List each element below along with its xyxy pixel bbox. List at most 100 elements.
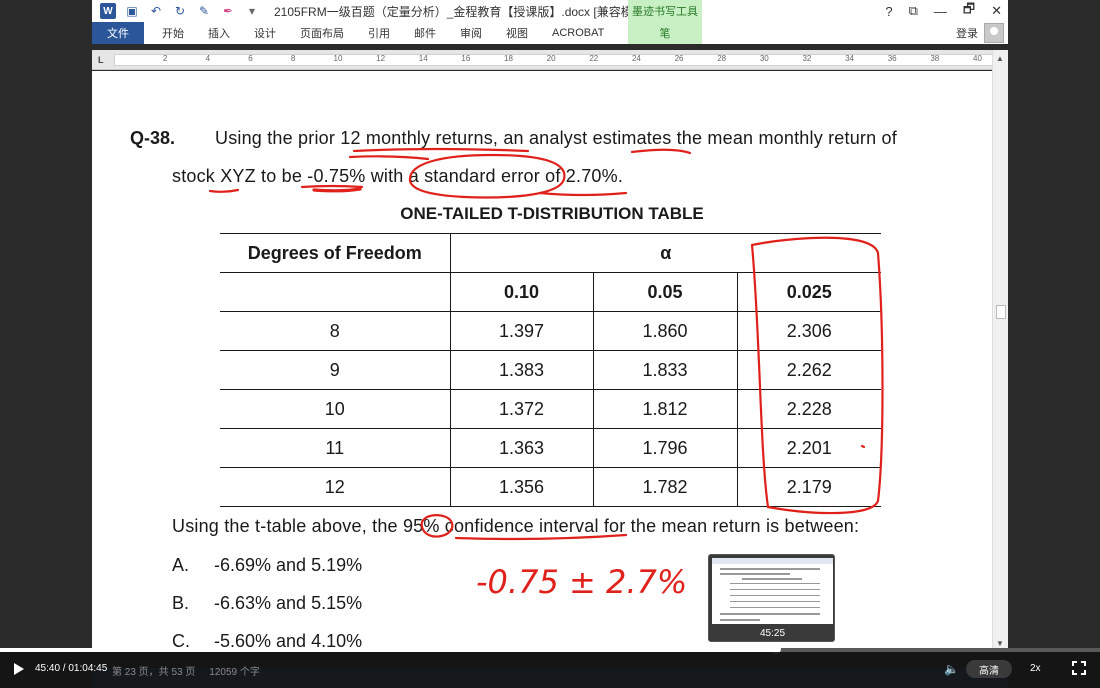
highlighter-icon[interactable]: ✒ xyxy=(220,3,236,19)
alpha-level: 0.025 xyxy=(737,272,881,312)
ruler-mark: 18 xyxy=(504,54,513,63)
ruler-mark: 32 xyxy=(802,54,812,63)
word-logo-icon: W xyxy=(100,3,116,19)
ruler-mark: 38 xyxy=(930,54,940,63)
ruler-mark: 6 xyxy=(248,54,253,63)
preview-image xyxy=(712,558,833,624)
seek-preview-thumbnail: 45:25 xyxy=(708,554,835,642)
dof-cell: 9 xyxy=(220,350,451,390)
tab-stop-selector[interactable]: L xyxy=(98,55,104,65)
play-icon[interactable] xyxy=(14,663,24,675)
tab-file[interactable]: 文件 xyxy=(92,22,144,44)
minimize-button[interactable]: — xyxy=(934,4,947,19)
option-a[interactable]: A. -6.69% and 5.19% xyxy=(172,555,362,576)
avatar[interactable] xyxy=(984,23,1004,43)
fullscreen-icon[interactable] xyxy=(1072,661,1086,675)
undo-icon[interactable]: ↶ xyxy=(148,3,164,19)
video-player-controls: 45:40 / 01:04:45 第 23 页，共 53 页 12059 个字 … xyxy=(0,652,1100,688)
tab-view[interactable]: 视图 xyxy=(494,22,540,44)
ruler-mark: 8 xyxy=(290,54,296,63)
question-line-2: stock XYZ to be -0.75% with a standard e… xyxy=(172,166,624,186)
value-cell: 1.383 xyxy=(450,350,594,390)
question-line-1: Using the prior 12 monthly returns, an a… xyxy=(215,128,897,148)
speed-button[interactable]: 2x xyxy=(1030,663,1041,674)
title-bar: W ▣ ↶ ↻ ✎ ✒ ▾ 2105FRM一级百题（定量分析）_金程教育【授课版… xyxy=(92,0,1008,22)
ribbon-display-button[interactable]: ⧉ xyxy=(909,3,918,19)
header-degrees-of-freedom: Degrees of Freedom xyxy=(220,233,451,273)
tab-mailings[interactable]: 邮件 xyxy=(402,22,448,44)
scroll-down-icon[interactable]: ▼ xyxy=(996,639,1004,648)
tab-acrobat[interactable]: ACROBAT xyxy=(540,22,616,44)
option-letter: B. xyxy=(172,593,190,613)
document-page[interactable]: Q-38. Using the prior 12 monthly returns… xyxy=(92,71,992,650)
table-row: 12 1.356 1.782 2.179 xyxy=(220,467,881,507)
table-title: ONE-TAILED T-DISTRIBUTION TABLE xyxy=(400,204,704,223)
tab-review[interactable]: 审阅 xyxy=(448,22,494,44)
quick-access-toolbar: W ▣ ↶ ↻ ✎ ✒ ▾ xyxy=(92,3,260,19)
option-text: -6.63% and 5.15% xyxy=(214,593,363,613)
option-letter: A. xyxy=(172,555,190,575)
preview-time: 45:25 xyxy=(759,628,786,639)
value-cell: 1.812 xyxy=(593,389,738,429)
header-alpha: α xyxy=(450,233,881,273)
underline-12-monthly xyxy=(352,147,530,153)
signin-link[interactable]: 登录 xyxy=(956,22,978,44)
left-backdrop xyxy=(0,0,92,650)
table-row: 10 1.372 1.812 2.228 xyxy=(220,389,881,429)
scroll-thumb[interactable] xyxy=(996,305,1006,319)
save-icon[interactable]: ▣ xyxy=(124,3,140,19)
ink-tools-label: 墨迹书写工具 xyxy=(628,0,702,22)
value-cell: 2.306 xyxy=(737,311,881,351)
customize-dropdown-icon[interactable]: ▾ xyxy=(244,3,260,19)
underline-line2 xyxy=(208,188,240,193)
ruler-mark: 16 xyxy=(461,54,471,63)
tab-pen[interactable]: 笔 xyxy=(628,22,702,44)
ruler-track[interactable]: 2 4 6 8 10 12 14 16 18 20 22 24 26 28 30 32 34 36 38 40 xyxy=(114,54,994,66)
value-cell: 2.262 xyxy=(737,350,881,390)
underline-standard-error xyxy=(538,191,628,197)
value-cell: 1.782 xyxy=(593,467,738,507)
close-button[interactable]: ✕ xyxy=(991,3,1002,19)
ruler-mark: 20 xyxy=(546,54,556,63)
redo-icon[interactable]: ↻ xyxy=(172,3,188,19)
option-b[interactable]: B. -6.63% and 5.15% xyxy=(172,593,362,614)
t-distribution-table: Degrees of Freedom α 0.10 0.05 0.025 8 1… xyxy=(220,233,881,507)
value-cell: 1.860 xyxy=(593,311,738,351)
quality-button[interactable]: 高清 xyxy=(966,660,1012,678)
app-root: W ▣ ↶ ↻ ✎ ✒ ▾ 2105FRM一级百题（定量分析）_金程教育【授课版… xyxy=(0,0,1100,688)
table-row: 11 1.363 1.796 2.201 xyxy=(220,428,881,468)
ribbon-tabs: 文件 开始 插入 设计 页面布局 引用 邮件 审阅 视图 ACROBAT 笔 登… xyxy=(92,22,1008,44)
alpha-level: 0.10 xyxy=(450,272,594,312)
help-button[interactable]: ? xyxy=(885,4,892,19)
value-cell: 2.179 xyxy=(737,467,881,507)
vertical-scrollbar[interactable]: ▲ ▼ xyxy=(992,50,1008,650)
ruler-mark: 36 xyxy=(887,54,897,63)
tab-layout[interactable]: 页面布局 xyxy=(288,22,356,44)
value-cell: 1.356 xyxy=(450,467,594,507)
option-text: -6.69% and 5.19% xyxy=(214,555,363,575)
tab-home[interactable]: 开始 xyxy=(150,22,196,44)
value-cell: 2.228 xyxy=(737,389,881,429)
value-cell: 1.833 xyxy=(593,350,738,390)
table-header-row: Degrees of Freedom α xyxy=(220,233,881,273)
ruler-mark: 2 xyxy=(163,54,168,63)
horizontal-ruler[interactable]: L 2 4 6 8 10 12 14 16 18 20 22 24 26 28 30 32 34 36 38 40 xyxy=(92,50,1008,70)
dof-cell: 11 xyxy=(220,428,451,468)
interval-prompt: Using the t-table above, the 95% confide… xyxy=(172,516,860,536)
value-cell: 1.397 xyxy=(450,311,594,351)
page-count-status: 第 23 页，共 53 页 12059 个字 xyxy=(112,667,260,678)
pen-icon[interactable]: ✎ xyxy=(196,3,212,19)
ruler-mark: 26 xyxy=(674,54,684,63)
maximize-button[interactable]: 🗗 xyxy=(963,0,975,22)
document-title: 2105FRM一级百题（定量分析）_金程教育【授课版】.docx [兼容模... xyxy=(274,4,643,19)
value-cell: 2.201 xyxy=(737,428,881,468)
tab-design[interactable]: 设计 xyxy=(242,22,288,44)
underline-mean-monthly xyxy=(348,155,430,161)
ruler-mark: 30 xyxy=(759,54,769,63)
volume-icon[interactable]: 🔈 xyxy=(944,662,959,676)
tab-references[interactable]: 引用 xyxy=(356,22,402,44)
tab-insert[interactable]: 插入 xyxy=(196,22,242,44)
scroll-up-icon[interactable]: ▲ xyxy=(996,54,1004,63)
question-number: Q-38. xyxy=(130,128,176,148)
table-row: 9 1.383 1.833 2.262 xyxy=(220,350,881,390)
